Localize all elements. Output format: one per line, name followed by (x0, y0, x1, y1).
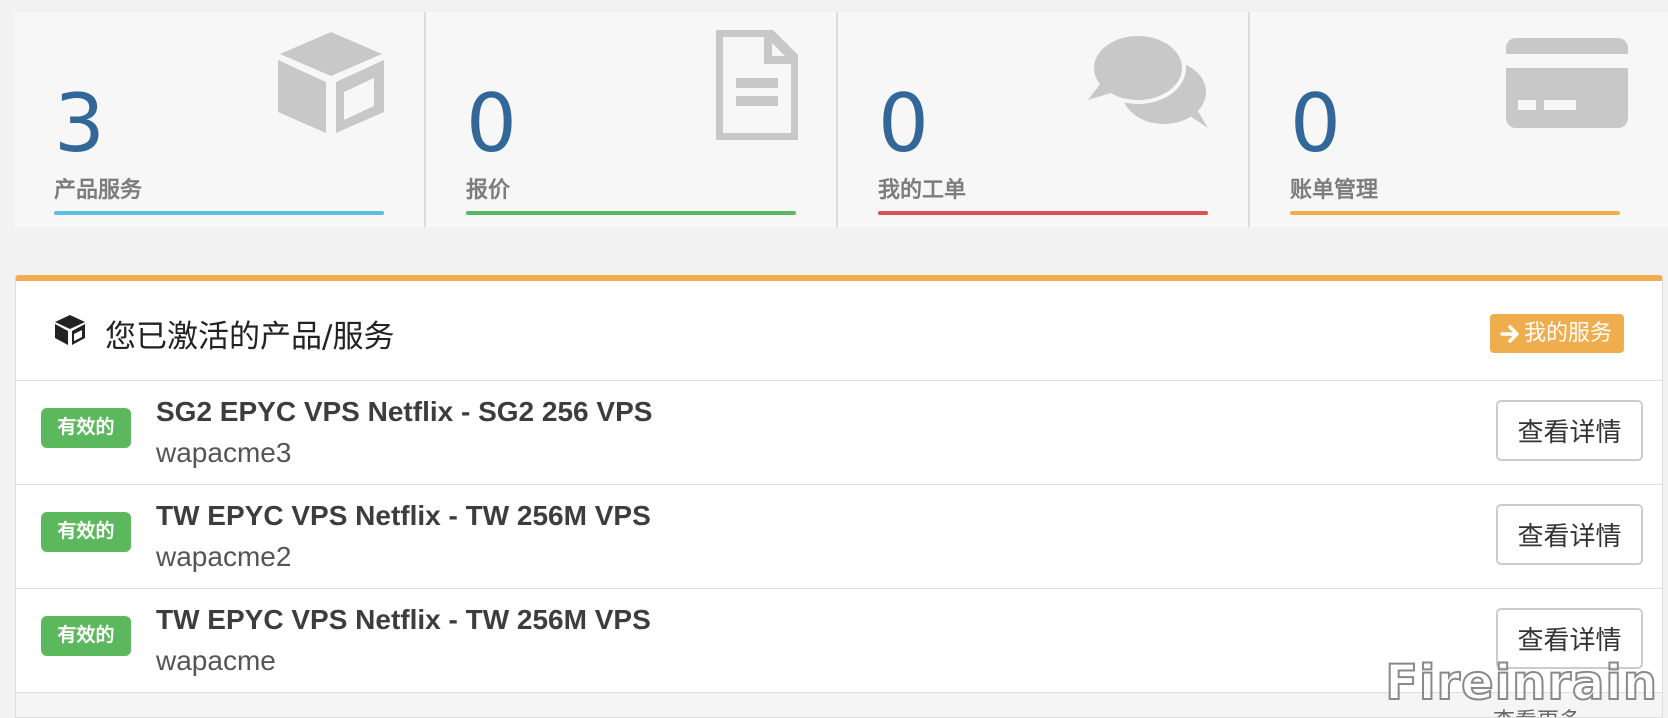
tile-count: 0 (1290, 77, 1341, 170)
status-badge: 有效的 (41, 512, 131, 552)
status-badge: 有效的 (41, 616, 131, 656)
tile-count: 0 (878, 77, 929, 170)
service-row: 有效的 TW EPYC VPS Netflix - TW 256M VPS wa… (16, 485, 1662, 589)
tile-underline (466, 211, 796, 215)
service-hostname: wapacme2 (156, 541, 292, 572)
view-details-button[interactable]: 查看详情 (1496, 504, 1643, 565)
active-services-panel: 您已激活的产品/服务 我的服务 有效的 SG2 EPYC VPS Netflix… (15, 275, 1663, 718)
file-text-icon (716, 30, 798, 140)
product-name[interactable]: SG2 EPYC VPS Netflix - SG2 256 VPS (156, 396, 652, 428)
my-services-label: 我的服务 (1523, 321, 1612, 346)
stat-tiles: 3 产品服务 0 报价 0 我的工单 0 账单管理 (14, 12, 1668, 227)
cube-icon (278, 32, 384, 133)
service-row: 有效的 SG2 EPYC VPS Netflix - SG2 256 VPS w… (16, 381, 1662, 485)
arrow-right-icon (1500, 324, 1519, 343)
tile-label: 我的工单 (878, 177, 967, 202)
tile-tickets[interactable]: 0 我的工单 (838, 12, 1250, 227)
status-badge: 有效的 (41, 408, 131, 448)
credit-card-icon (1506, 38, 1628, 128)
view-details-button[interactable]: 查看详情 (1496, 400, 1643, 461)
tile-underline (54, 211, 384, 215)
service-hostname: wapacme3 (156, 437, 292, 468)
tile-services[interactable]: 3 产品服务 (14, 12, 426, 227)
tile-underline (878, 211, 1208, 215)
tile-quotes[interactable]: 0 报价 (426, 12, 838, 227)
service-hostname: wapacme (156, 645, 276, 676)
watermark: Fireinrain (1384, 654, 1658, 712)
tile-billing[interactable]: 0 账单管理 (1250, 12, 1668, 227)
comments-icon (1088, 32, 1208, 128)
panel-title: 您已激活的产品/服务 (105, 319, 395, 355)
tile-count: 3 (54, 77, 105, 170)
tile-count: 0 (466, 77, 517, 170)
tile-label: 报价 (466, 177, 511, 202)
product-name[interactable]: TW EPYC VPS Netflix - TW 256M VPS (156, 500, 651, 532)
tile-underline (1290, 211, 1620, 215)
panel-header: 您已激活的产品/服务 我的服务 (16, 281, 1662, 381)
product-name[interactable]: TW EPYC VPS Netflix - TW 256M VPS (156, 604, 651, 636)
cube-icon (55, 315, 85, 345)
my-services-button[interactable]: 我的服务 (1489, 314, 1624, 353)
tile-label: 产品服务 (54, 177, 143, 202)
tile-label: 账单管理 (1290, 177, 1379, 202)
